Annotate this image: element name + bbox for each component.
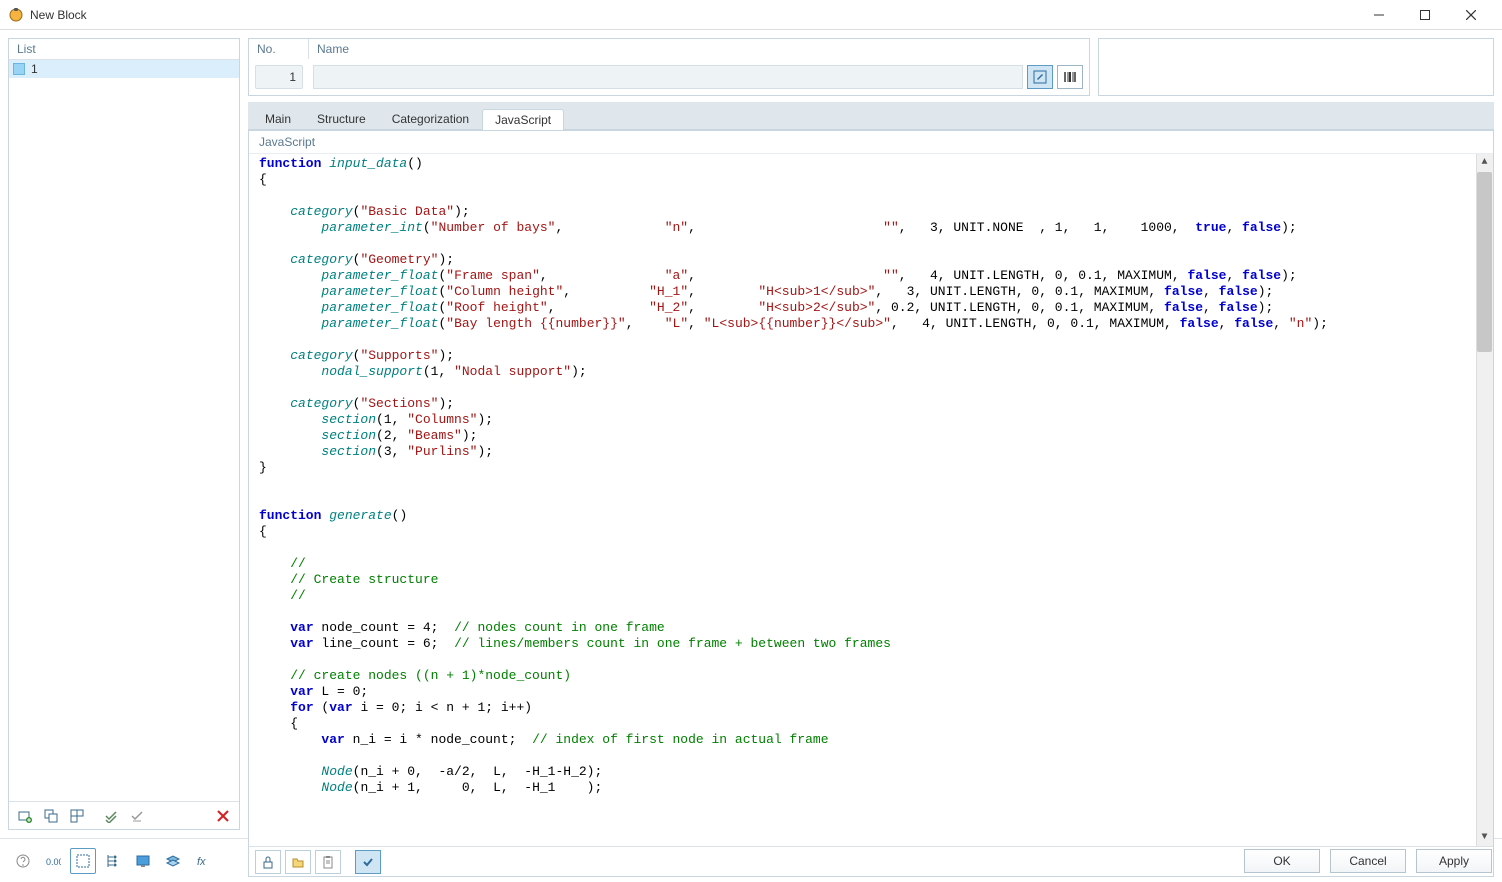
lock-button[interactable]: [255, 850, 281, 874]
ok-button[interactable]: OK: [1244, 849, 1320, 873]
validate-button[interactable]: [355, 850, 381, 874]
content-subheader: JavaScript: [249, 131, 1493, 154]
no-label: No.: [249, 39, 308, 59]
check-all-button[interactable]: [99, 805, 123, 827]
function-button[interactable]: fx: [190, 848, 216, 874]
edit-name-button[interactable]: [1027, 65, 1053, 89]
code-editor[interactable]: function input_data(){ category("Basic D…: [249, 154, 1493, 846]
list-item-swatch: [13, 63, 25, 75]
delete-item-button[interactable]: [211, 805, 235, 827]
no-input[interactable]: [255, 65, 303, 89]
titlebar: New Block: [0, 0, 1502, 30]
scroll-down-icon[interactable]: ▼: [1476, 829, 1493, 846]
scrollbar[interactable]: ▲ ▼: [1476, 154, 1493, 846]
tab-main[interactable]: Main: [252, 108, 304, 129]
window-controls: [1356, 1, 1494, 29]
list-header: List: [9, 39, 239, 60]
close-button[interactable]: [1448, 1, 1494, 29]
top-fields: No. Name: [248, 38, 1090, 96]
name-input[interactable]: [313, 65, 1023, 89]
list-item-number: 1: [29, 62, 38, 76]
top-area: No. Name: [248, 38, 1494, 96]
tab-categorization[interactable]: Categorization: [379, 108, 482, 129]
tab-structure[interactable]: Structure: [304, 108, 379, 129]
units-button[interactable]: 0.00: [40, 848, 66, 874]
scroll-up-icon[interactable]: ▲: [1476, 154, 1493, 171]
tab-strip: Main Structure Categorization JavaScript: [248, 102, 1494, 130]
minimize-button[interactable]: [1356, 1, 1402, 29]
tab-content-column: Main Structure Categorization JavaScript…: [248, 102, 1494, 877]
list-body[interactable]: 1: [9, 60, 239, 801]
scroll-thumb[interactable]: [1477, 172, 1492, 352]
clipboard-button[interactable]: [315, 850, 341, 874]
preview-pane: [1098, 38, 1494, 96]
name-label: Name: [309, 39, 1089, 59]
field-values-row: [249, 59, 1089, 95]
barcode-button[interactable]: [1057, 65, 1083, 89]
tree-button[interactable]: [100, 848, 126, 874]
help-button[interactable]: [10, 848, 36, 874]
left-panel: List 1: [8, 38, 240, 830]
select-button[interactable]: [70, 848, 96, 874]
field-labels-row: No. Name: [249, 39, 1089, 59]
apply-button[interactable]: Apply: [1416, 849, 1492, 873]
cancel-button[interactable]: Cancel: [1330, 849, 1406, 873]
app-icon: [8, 7, 24, 23]
right-panel: No. Name Main Structure Categorization: [248, 38, 1494, 830]
svg-text:0.00: 0.00: [46, 857, 61, 867]
maximize-button[interactable]: [1402, 1, 1448, 29]
view-button[interactable]: [130, 848, 156, 874]
svg-text:fx: fx: [197, 856, 206, 868]
new-item-button[interactable]: [13, 805, 37, 827]
uncheck-all-button[interactable]: [125, 805, 149, 827]
main-container: List 1 No. Name: [0, 30, 1502, 838]
content-area: JavaScript function input_data(){ catego…: [248, 130, 1494, 877]
left-toolbar: [9, 801, 239, 829]
window-title: New Block: [30, 8, 1356, 22]
layers-button[interactable]: [160, 848, 186, 874]
list-item[interactable]: 1: [9, 60, 239, 78]
open-button[interactable]: [285, 850, 311, 874]
multi-item-button[interactable]: [65, 805, 89, 827]
tab-javascript[interactable]: JavaScript: [482, 109, 564, 130]
copy-item-button[interactable]: [39, 805, 63, 827]
